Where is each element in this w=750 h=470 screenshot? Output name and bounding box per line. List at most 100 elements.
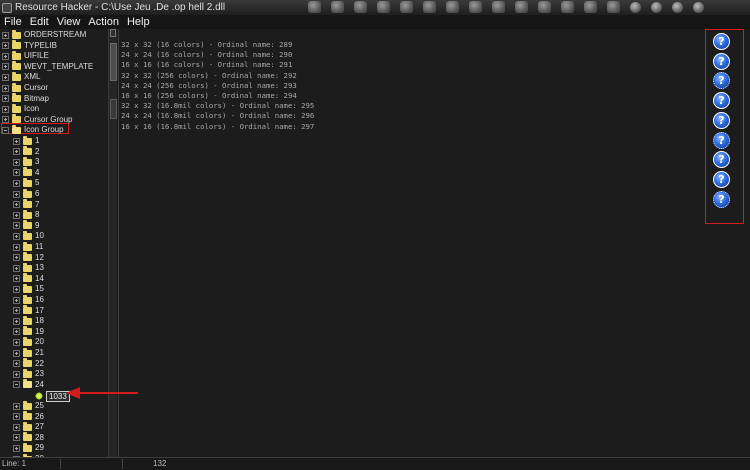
toolbar-script-icon[interactable]: [354, 1, 367, 13]
toolbar-add-icon[interactable]: [469, 1, 482, 13]
expand-icon[interactable]: [13, 402, 20, 410]
toolbar-paste-icon[interactable]: [400, 1, 413, 13]
expand-icon[interactable]: [2, 31, 9, 39]
toolbar-cut-icon[interactable]: [377, 1, 390, 13]
expand-icon[interactable]: [2, 42, 9, 50]
expand-icon[interactable]: [13, 158, 20, 166]
expand-icon[interactable]: [13, 328, 20, 336]
toolbar-copy-icon[interactable]: [538, 1, 551, 13]
tree-node-25[interactable]: 25: [13, 400, 44, 411]
tree-node-20[interactable]: 20: [13, 336, 44, 347]
tree-node-6[interactable]: 6: [13, 188, 39, 199]
toolbar-replace-icon[interactable]: [492, 1, 505, 13]
expand-icon[interactable]: [13, 307, 20, 315]
expand-icon[interactable]: [13, 254, 20, 262]
toolbar-delete-icon[interactable]: [561, 1, 574, 13]
toolbar-open-icon[interactable]: [308, 1, 321, 13]
tree-node-9[interactable]: 9: [13, 220, 39, 231]
expand-icon[interactable]: [2, 84, 9, 92]
toolbar-compile-icon[interactable]: [584, 1, 597, 13]
tree-node-14[interactable]: 14: [13, 273, 44, 284]
tree-node-2[interactable]: 2: [13, 146, 39, 157]
tree-node-26[interactable]: 26: [13, 411, 44, 422]
tree-node-16[interactable]: 16: [13, 294, 44, 305]
tree-node-7[interactable]: 7: [13, 199, 39, 210]
expand-icon[interactable]: [13, 370, 20, 378]
expand-icon[interactable]: [13, 413, 20, 421]
tree-node-11[interactable]: 11: [13, 241, 43, 252]
expand-icon[interactable]: [13, 423, 20, 431]
toolbar-back-icon[interactable]: [423, 1, 436, 13]
expand-icon[interactable]: [13, 317, 20, 325]
expand-icon[interactable]: [13, 285, 20, 293]
expand-icon[interactable]: [13, 360, 20, 368]
menu-view[interactable]: View: [53, 15, 85, 29]
expand-icon[interactable]: [13, 211, 20, 219]
tree-node-29[interactable]: 29: [13, 442, 44, 453]
tree-node-10[interactable]: 10: [13, 230, 44, 241]
expand-icon[interactable]: [13, 137, 20, 145]
expand-icon[interactable]: [13, 201, 20, 209]
tree-node-3[interactable]: 3: [13, 156, 39, 167]
expand-icon[interactable]: [13, 179, 20, 187]
expand-icon[interactable]: [13, 243, 20, 251]
tree-node-15[interactable]: 15: [13, 283, 44, 294]
toolbar-forward-icon[interactable]: [446, 1, 459, 13]
scroll-up-button[interactable]: [110, 29, 116, 37]
toolbar-check-icon[interactable]: [651, 2, 662, 13]
toolbar-settings-icon[interactable]: [630, 2, 641, 13]
tree-node-27[interactable]: 27: [13, 421, 44, 432]
toolbar-dialog-icon[interactable]: [607, 1, 620, 13]
expand-icon[interactable]: [13, 148, 20, 156]
expand-icon[interactable]: [13, 222, 20, 230]
tree-node-22[interactable]: 22: [13, 358, 44, 369]
tree-node-4[interactable]: 4: [13, 167, 39, 178]
menu-edit[interactable]: Edit: [26, 15, 53, 29]
tree-node-5[interactable]: 5: [13, 177, 39, 188]
tree-node-18[interactable]: 18: [13, 315, 44, 326]
scroll-thumb[interactable]: [110, 43, 117, 81]
tree-node-19[interactable]: 19: [13, 326, 44, 337]
expand-icon[interactable]: [2, 73, 9, 81]
expand-icon[interactable]: [13, 264, 20, 272]
tree-node-wevt_template[interactable]: WEVT_TEMPLATE: [2, 61, 93, 72]
tree-node-17[interactable]: 17: [13, 305, 44, 316]
tree-node-23[interactable]: 23: [13, 368, 44, 379]
toolbar-close-icon[interactable]: [693, 2, 704, 13]
tree-resource-1033[interactable]: 1033: [35, 390, 70, 402]
tree-node-12[interactable]: 12: [13, 252, 44, 263]
resource-details-panel[interactable]: 32 x 32 (16 colors) - Ordinal name: 289 2…: [118, 29, 709, 457]
expand-icon[interactable]: [13, 296, 20, 304]
expand-icon[interactable]: [13, 232, 20, 240]
tree-node-uifile[interactable]: UIFILE: [2, 50, 49, 61]
expand-icon[interactable]: [13, 190, 20, 198]
tree-node-icon-group[interactable]: Icon Group: [2, 124, 64, 135]
collapse-icon[interactable]: [2, 126, 9, 134]
expand-icon[interactable]: [2, 52, 9, 60]
expand-icon[interactable]: [2, 95, 9, 103]
toolbar-power-icon[interactable]: [672, 2, 683, 13]
expand-icon[interactable]: [13, 338, 20, 346]
expand-icon[interactable]: [13, 169, 20, 177]
menu-file[interactable]: File: [0, 15, 26, 29]
tree-node-1[interactable]: 1: [13, 135, 39, 146]
tree-node-bitmap[interactable]: Bitmap: [2, 93, 49, 104]
tree-node-cursor-group[interactable]: Cursor Group: [2, 114, 72, 125]
menu-action[interactable]: Action: [84, 15, 123, 29]
tree-node-icon[interactable]: Icon: [2, 103, 39, 114]
menu-help[interactable]: Help: [123, 15, 154, 29]
expand-icon[interactable]: [13, 444, 20, 452]
expand-icon[interactable]: [13, 349, 20, 357]
tree-node-8[interactable]: 8: [13, 209, 39, 220]
toolbar-view-icon[interactable]: [515, 1, 528, 13]
expand-icon[interactable]: [2, 105, 9, 113]
toolbar-save-icon[interactable]: [331, 1, 344, 13]
collapse-icon[interactable]: [13, 381, 20, 389]
tree-node-28[interactable]: 28: [13, 432, 44, 443]
tree-node-cursor[interactable]: Cursor: [2, 82, 48, 93]
tree-node-13[interactable]: 13: [13, 262, 44, 273]
tree-node-21[interactable]: 21: [13, 347, 44, 358]
expand-icon[interactable]: [13, 275, 20, 283]
expand-icon[interactable]: [2, 63, 9, 71]
tree-node-orderstream[interactable]: ORDERSTREAM: [2, 29, 86, 40]
